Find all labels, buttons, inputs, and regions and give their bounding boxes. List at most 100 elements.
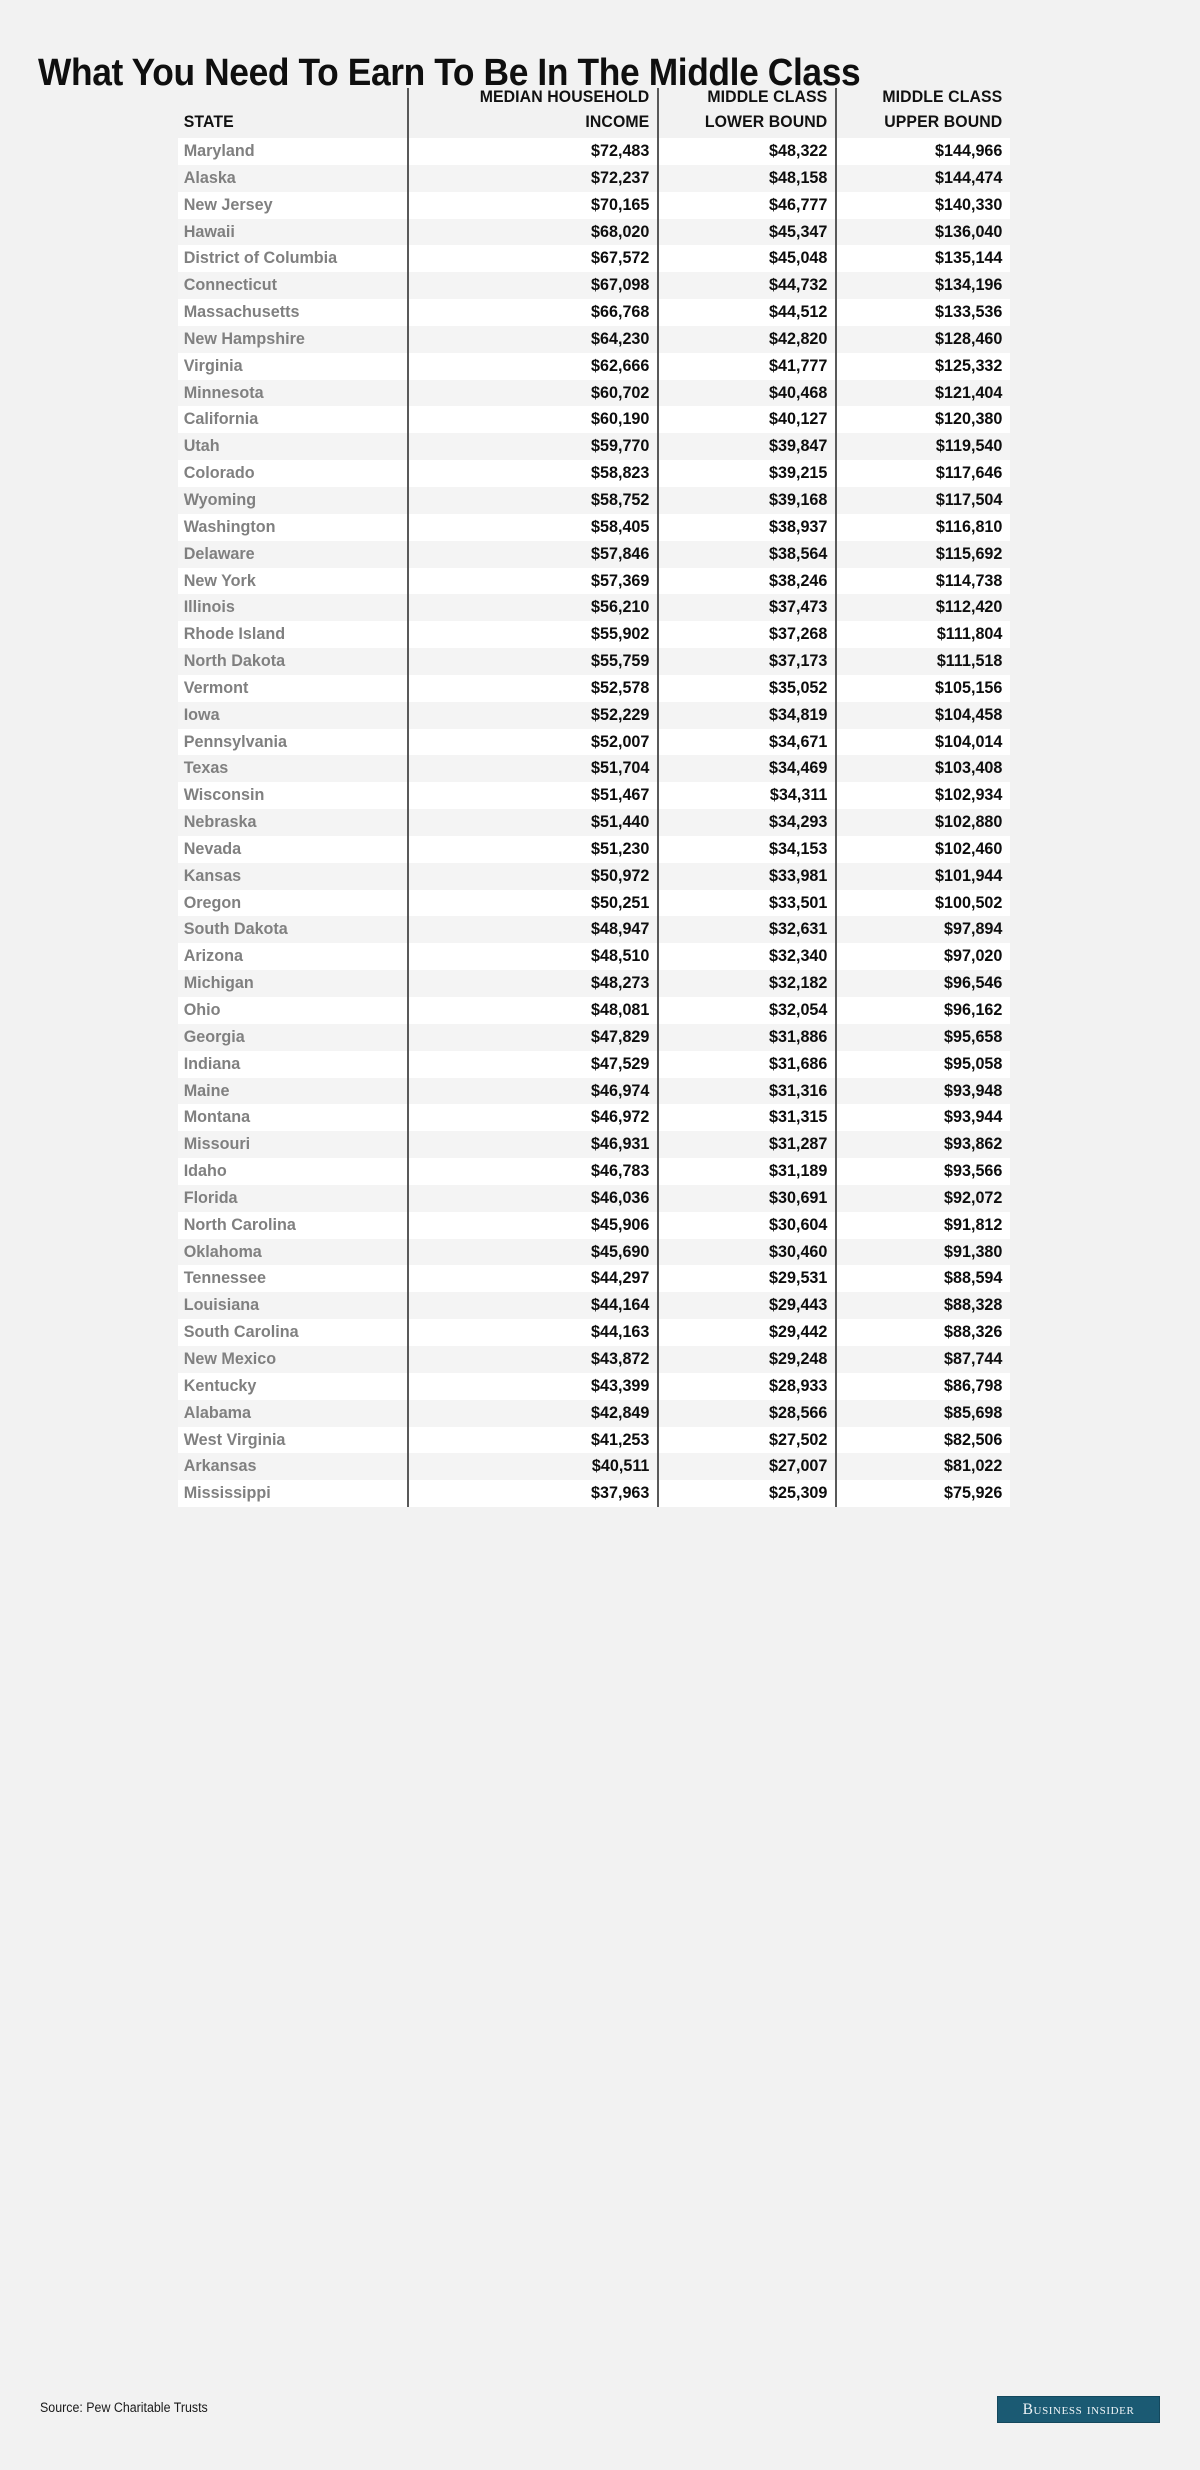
table-row: Utah $59,770 $39,847 $119,540	[178, 433, 1010, 461]
cell-median-income: $47,529	[407, 1050, 658, 1078]
cell-upper-bound: $101,944	[835, 862, 1010, 890]
cell-median-income-text: $51,467	[591, 785, 650, 805]
cell-lower-bound-text: $40,127	[769, 409, 828, 429]
cell-median-income: $52,578	[407, 674, 658, 702]
cell-lower-bound-text: $39,168	[769, 489, 828, 509]
business-insider-logo-text: Business Insider	[1022, 2400, 1135, 2418]
table-row: New Hampshire $64,230 $42,820 $128,460	[178, 325, 1010, 353]
cell-upper-bound-text: $96,162	[944, 1000, 1003, 1019]
cell-upper-bound: $85,698	[835, 1399, 1010, 1427]
cell-upper-bound-text: $135,144	[935, 248, 1003, 268]
cell-state-text: New Jersey	[183, 194, 273, 214]
table-row: Indiana $47,529 $31,686 $95,058	[178, 1050, 1010, 1078]
cell-state-text: Alaska	[183, 167, 236, 187]
cell-upper-bound-text: $88,594	[944, 1268, 1003, 1288]
cell-median-income: $52,229	[407, 701, 658, 729]
table-row: Ohio $48,081 $32,054 $96,162	[178, 997, 1010, 1024]
cell-lower-bound-text: $32,054	[769, 1000, 828, 1019]
cell-state-text: Virginia	[183, 355, 243, 375]
table-row: Mississippi $37,963 $25,309 $75,926	[178, 1480, 1010, 1508]
cell-median-income-text: $67,098	[591, 275, 650, 295]
cell-lower-bound: $32,631	[657, 916, 836, 944]
cell-state-text: Indiana	[183, 1053, 241, 1073]
table-row: Minnesota $60,702 $40,468 $121,404	[178, 379, 1010, 407]
cell-state-text: Arizona	[183, 946, 243, 966]
cell-lower-bound-text: $48,322	[769, 141, 828, 160]
cell-upper-bound-text: $81,022	[944, 1456, 1003, 1476]
middle-class-income-table: STATE MEDIAN HOUSEHOLD INCOME MIDDLE CLA…	[178, 88, 1010, 1508]
cell-lower-bound-text: $29,248	[769, 1348, 828, 1368]
cell-median-income: $48,273	[407, 970, 658, 997]
table-row: Maine $46,974 $31,316 $93,948	[178, 1077, 1010, 1105]
cell-median-income: $47,829	[407, 1023, 658, 1051]
cell-median-income: $72,237	[407, 164, 658, 192]
cell-median-income: $46,931	[407, 1131, 658, 1159]
cell-lower-bound-text: $44,512	[769, 302, 828, 322]
table-row: Nebraska $51,440 $34,293 $102,880	[178, 809, 1010, 836]
cell-lower-bound: $45,347	[657, 218, 836, 246]
cell-upper-bound: $100,502	[835, 889, 1010, 917]
cell-lower-bound: $40,468	[657, 379, 836, 407]
cell-upper-bound: $91,380	[835, 1238, 1010, 1266]
cell-upper-bound-text: $91,380	[944, 1241, 1003, 1261]
cell-state-text: Montana	[183, 1107, 251, 1127]
table-row: District of Columbia $67,572 $45,048 $135,1…	[178, 245, 1010, 273]
cell-state: Wyoming	[178, 486, 408, 514]
cell-state: Michigan	[178, 970, 408, 997]
cell-upper-bound: $104,014	[835, 728, 1010, 756]
cell-lower-bound-text: $28,933	[769, 1375, 828, 1395]
cell-lower-bound: $34,819	[657, 701, 836, 729]
column-header-middle-class-lower-bound-line1: MIDDLE CLASS	[707, 88, 828, 106]
cell-median-income: $50,251	[407, 889, 658, 917]
table-row: Nevada $51,230 $34,153 $102,460	[178, 835, 1010, 863]
cell-state-text: New Hampshire	[183, 328, 305, 348]
cell-upper-bound: $120,380	[835, 406, 1010, 434]
cell-upper-bound: $75,926	[835, 1480, 1010, 1508]
cell-median-income-text: $44,163	[591, 1322, 650, 1342]
cell-lower-bound: $38,246	[657, 567, 836, 595]
cell-median-income-text: $45,906	[591, 1214, 650, 1234]
cell-lower-bound: $25,309	[657, 1480, 836, 1508]
cell-median-income-text: $37,963	[591, 1483, 650, 1503]
cell-upper-bound: $144,474	[835, 164, 1010, 192]
cell-lower-bound-text: $31,316	[769, 1080, 828, 1100]
cell-upper-bound-text: $117,646	[935, 463, 1003, 483]
cell-state-text: Louisiana	[183, 1295, 260, 1315]
table-row: Montana $46,972 $31,315 $93,944	[178, 1104, 1010, 1132]
cell-upper-bound: $88,326	[835, 1319, 1010, 1346]
table-row: Massachusetts $66,768 $44,512 $133,536	[178, 299, 1010, 326]
cell-median-income-text: $45,690	[591, 1241, 650, 1261]
cell-median-income: $70,165	[407, 191, 658, 219]
cell-state: Arkansas	[178, 1453, 408, 1481]
cell-upper-bound-text: $112,420	[935, 597, 1003, 617]
cell-upper-bound: $95,658	[835, 1023, 1010, 1051]
cell-upper-bound: $115,692	[835, 540, 1010, 568]
cell-lower-bound-text: $28,566	[769, 1402, 828, 1422]
cell-state: Pennsylvania	[178, 728, 408, 756]
cell-upper-bound-text: $87,744	[944, 1348, 1003, 1368]
cell-lower-bound: $39,847	[657, 433, 836, 461]
cell-lower-bound: $29,442	[657, 1319, 836, 1346]
cell-state: Idaho	[178, 1158, 408, 1185]
cell-median-income-text: $72,483	[591, 141, 650, 160]
cell-median-income-text: $44,164	[591, 1295, 650, 1315]
cell-state: New Jersey	[178, 191, 408, 219]
cell-lower-bound-text: $34,469	[769, 758, 828, 778]
cell-median-income-text: $64,230	[591, 328, 650, 348]
cell-lower-bound-text: $34,819	[769, 704, 828, 724]
cell-upper-bound-text: $92,072	[944, 1187, 1003, 1207]
cell-state: Maine	[178, 1077, 408, 1105]
cell-median-income-text: $57,369	[591, 570, 650, 590]
table-row: Florida $46,036 $30,691 $92,072	[178, 1184, 1010, 1212]
cell-upper-bound: $116,810	[835, 513, 1010, 541]
cell-lower-bound-text: $46,777	[769, 194, 828, 214]
cell-state: Utah	[178, 433, 408, 461]
cell-median-income: $46,783	[407, 1158, 658, 1185]
cell-lower-bound: $39,168	[657, 486, 836, 514]
cell-lower-bound-text: $39,215	[769, 463, 828, 483]
cell-median-income: $58,823	[407, 460, 658, 487]
cell-median-income-text: $47,529	[591, 1053, 650, 1073]
cell-state: Arizona	[178, 943, 408, 971]
cell-lower-bound-text: $34,671	[769, 731, 828, 751]
cell-median-income-text: $67,572	[591, 248, 650, 268]
